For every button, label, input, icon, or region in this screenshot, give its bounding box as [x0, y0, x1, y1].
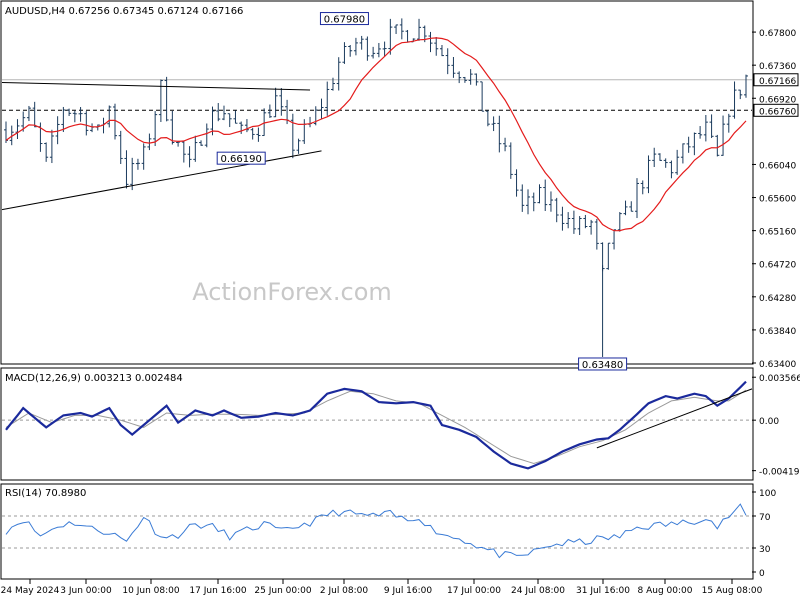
rsi-y-tick-label: 30 — [759, 545, 771, 555]
price-y-tick-label: 0.67800 — [759, 29, 796, 39]
rsi-y-tick-label: 0 — [759, 569, 765, 579]
x-tick-label: 24 May 2024 — [1, 586, 60, 596]
macd-y-tick-label: 0.00 — [759, 417, 779, 427]
macd-y-tick-label: 0.003566 — [759, 374, 800, 384]
x-tick-label: 24 Jul 08:00 — [511, 586, 565, 596]
price-panel-title: AUDUSD,H4 0.67256 0.67345 0.67124 0.6716… — [5, 6, 243, 17]
level-line-label: 0.66760 — [759, 107, 796, 117]
price-annotation-label: 0.63480 — [582, 360, 623, 371]
x-tick-label: 15 Aug 08:00 — [702, 586, 763, 596]
price-annotation-label: 0.67980 — [324, 15, 365, 26]
macd-y-tick-label: -0.00419 — [759, 468, 800, 478]
x-tick-label: 3 Jun 00:00 — [60, 586, 112, 596]
rsi-panel-title: RSI(14) 70.8980 — [5, 488, 86, 499]
watermark: ActionForex.com — [192, 278, 392, 306]
price-y-tick-label: 0.63840 — [759, 327, 796, 337]
price-y-tick-label: 0.67360 — [759, 62, 796, 72]
price-y-tick-label: 0.64280 — [759, 294, 796, 304]
rsi-y-tick-label: 100 — [759, 489, 776, 499]
price-y-tick-label: 0.64720 — [759, 261, 796, 271]
price-y-tick-label: 0.65160 — [759, 228, 796, 238]
x-tick-label: 17 Jul 00:00 — [447, 586, 501, 596]
price-y-tick-label: 0.65600 — [759, 195, 796, 205]
price-y-tick-label: 0.66920 — [759, 95, 796, 105]
price-y-tick-label: 0.63400 — [759, 360, 796, 370]
chart-svg: ActionForex.com 0.67980 0.66190 0.63480 0.… — [0, 0, 800, 600]
chart-container: ActionForex.com 0.67980 0.66190 0.63480 0.… — [0, 0, 800, 600]
price-y-tick-label: 0.66040 — [759, 161, 796, 171]
x-tick-label: 9 Jul 16:00 — [384, 586, 433, 596]
x-tick-label: 31 Jul 16:00 — [576, 586, 630, 596]
last-price-label: 0.67166 — [759, 77, 796, 87]
x-tick-label: 10 Jun 08:00 — [122, 586, 179, 596]
x-tick-label: 25 Jun 00:00 — [254, 586, 311, 596]
price-annotation-label: 0.66190 — [221, 154, 262, 165]
rsi-y-tick-label: 70 — [759, 513, 771, 523]
x-tick-label: 17 Jun 16:00 — [189, 586, 246, 596]
x-tick-label: 2 Jul 08:00 — [320, 586, 369, 596]
macd-panel-title: MACD(12,26,9) 0.003213 0.002484 — [5, 373, 183, 384]
x-tick-label: 8 Aug 00:00 — [638, 586, 693, 596]
